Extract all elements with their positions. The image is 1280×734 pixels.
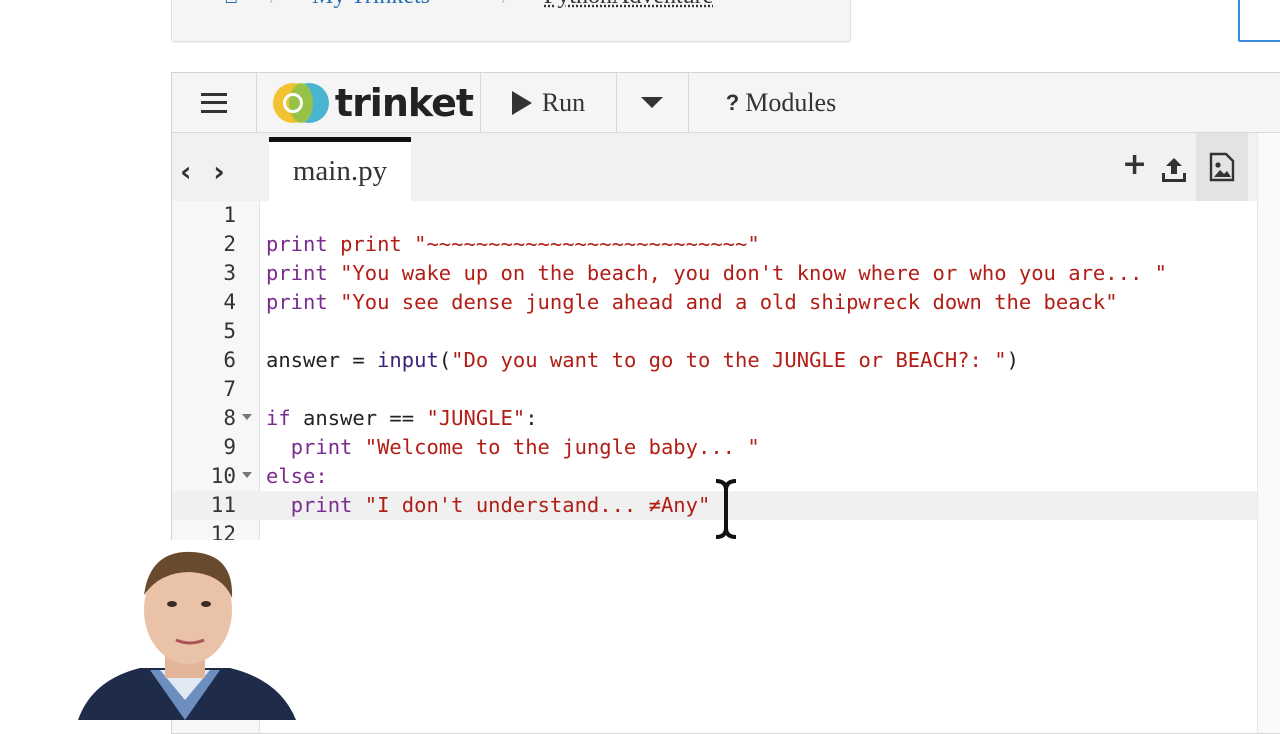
menu-button[interactable] [172, 73, 257, 132]
code-line[interactable]: 2 print print "~~~~~~~~~~~~~~~~~~~~~~~~~… [172, 230, 1257, 259]
string-literal: print "~~~~~~~~~~~~~~~~~~~~~~~~~~" [340, 232, 760, 256]
file-tab-bar: ‹ › main.py + [172, 133, 1257, 201]
breadcrumb-link-my-trinkets[interactable]: My Trinkets [312, 0, 430, 10]
presenter-webcam [0, 540, 300, 720]
code-line[interactable]: 8 if answer == "JUNGLE": [172, 404, 1257, 433]
code-text: else: [266, 464, 328, 488]
run-button[interactable]: Run [481, 73, 617, 132]
play-icon [511, 90, 532, 115]
line-number: 5 [223, 319, 236, 343]
trinket-logo-icon [272, 82, 329, 123]
hamburger-icon [201, 92, 227, 113]
image-icon [1209, 152, 1235, 182]
code-line[interactable]: 4 print "You see dense jungle ahead and … [172, 288, 1257, 317]
code-text: print print "~~~~~~~~~~~~~~~~~~~~~~~~~~" [266, 232, 760, 256]
breadcrumb-separator: / [270, 0, 277, 10]
line-number: 8 [223, 406, 236, 430]
chevron-down-icon [641, 97, 663, 108]
line-number: 7 [223, 377, 236, 401]
tab-main-py[interactable]: main.py [269, 137, 411, 201]
code-line[interactable]: 6 answer = input("Do you want to go to t… [172, 346, 1257, 375]
brand-name: trinket [334, 80, 474, 125]
line-number: 10 [210, 464, 236, 488]
fold-toggle-icon[interactable] [242, 414, 252, 420]
line-number: 9 [223, 435, 236, 459]
brand-logo[interactable]: trinket [256, 73, 481, 132]
code-text: print "You see dense jungle ahead and a … [266, 290, 1118, 314]
code-text: answer = input("Do you want to go to the… [266, 348, 1019, 372]
breadcrumb-separator: / [502, 0, 509, 10]
line-number: 3 [223, 261, 236, 285]
modules-button[interactable]: ? Modules [688, 73, 874, 132]
code-editor[interactable]: 1 2 print print "~~~~~~~~~~~~~~~~~~~~~~~… [172, 201, 1257, 733]
code-line[interactable]: 7 [172, 375, 1257, 404]
code-text: if answer == "JUNGLE": [266, 406, 538, 430]
upload-icon[interactable] [1159, 155, 1189, 185]
code-line[interactable]: 1 [172, 201, 1257, 230]
code-text: print "You wake up on the beach, you don… [266, 261, 1167, 285]
trinket-editor: trinket Run ? Modules ‹ › main.py + 1 2 … [171, 72, 1280, 734]
breadcrumb-current-title[interactable]: PythonAdventure [544, 0, 713, 10]
code-line[interactable]: 3 print "You wake up on the beach, you d… [172, 259, 1257, 288]
line-number: 11 [210, 493, 236, 517]
vertical-scrollbar[interactable] [1257, 133, 1280, 733]
tab-scroll-arrows-icon[interactable]: ‹ › [180, 155, 231, 188]
top-right-control[interactable] [1238, 0, 1280, 42]
tab-label: main.py [292, 155, 388, 187]
breadcrumb: ⌂ / My Trinkets / PythonAdventure [171, 0, 851, 42]
image-library-button[interactable] [1196, 133, 1248, 201]
run-options-dropdown[interactable] [616, 73, 689, 132]
plus-icon[interactable]: + [1122, 147, 1147, 182]
text-cursor-icon [715, 479, 737, 539]
line-number: 1 [223, 203, 236, 227]
code-line[interactable]: 9 print "Welcome to the jungle baby... " [172, 433, 1257, 462]
code-text: print "Welcome to the jungle baby... " [290, 435, 760, 459]
line-number: 6 [223, 348, 236, 372]
question-icon: ? [725, 89, 740, 115]
editor-toolbar: trinket Run ? Modules [172, 73, 1280, 133]
line-number: 2 [223, 232, 236, 256]
home-icon[interactable]: ⌂ [224, 0, 238, 10]
code-line[interactable]: 5 [172, 317, 1257, 346]
run-label: Run [541, 87, 586, 117]
line-number: 4 [223, 290, 236, 314]
code-text: print "I don't understand... ≠Any" [290, 493, 711, 517]
fold-toggle-icon[interactable] [242, 472, 252, 478]
modules-label: Modules [745, 87, 837, 117]
